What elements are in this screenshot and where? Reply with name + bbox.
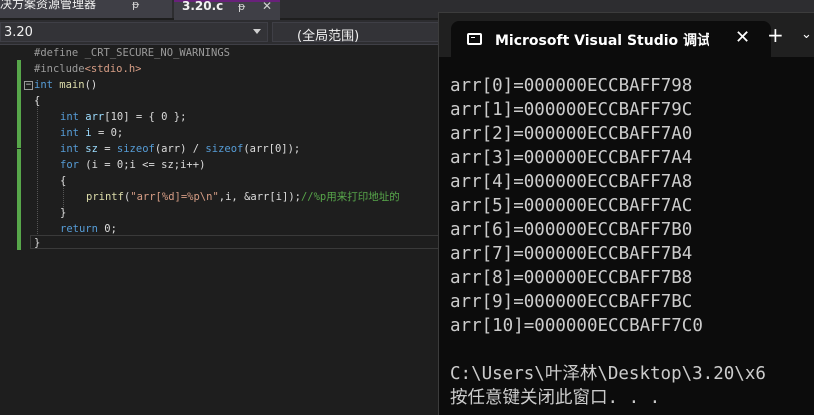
console-output-line: arr[0]=000000ECCBAFF798 <box>450 76 693 96</box>
code-line-4: { <box>34 93 40 109</box>
code-token: for <box>60 159 79 171</box>
code-token: "arr[%d]=%p\n" <box>130 191 219 203</box>
code-token: ,i, &arr[i]); <box>218 191 301 203</box>
code-token: int <box>60 143 79 155</box>
code-token: #include <box>34 63 85 75</box>
code-token: #define _CRT_SECURE_NO_WARNINGS <box>34 47 230 59</box>
code-token: sizeof <box>205 143 244 155</box>
console-output-line: arr[2]=000000ECCBAFF7A0 <box>450 124 693 144</box>
code-line-12: return 0; <box>60 221 117 237</box>
close-tab-icon[interactable]: ✕ <box>262 0 272 13</box>
console-output-line: arr[9]=000000ECCBAFF7BC <box>450 292 693 312</box>
console-output-line: arr[1]=000000ECCBAFF79C <box>450 100 693 120</box>
console-output-line: arr[4]=000000ECCBAFF7A8 <box>450 172 693 192</box>
code-line-13: } <box>34 235 40 251</box>
code-token: int <box>34 79 53 91</box>
code-token: printf <box>86 191 124 203</box>
code-token: return <box>60 223 98 235</box>
console-output-line: arr[10]=000000ECCBAFF7C0 <box>450 316 703 336</box>
code-token: } <box>60 207 67 219</box>
code-token: } <box>34 237 41 249</box>
code-token: (arr[0]); <box>243 143 301 155</box>
code-token: = <box>97 143 117 155</box>
code-token: = 0; <box>91 127 124 139</box>
code-editor[interactable]: − #define _CRT_SECURE_NO_WARNINGS #inclu… <box>0 45 440 415</box>
pin-icon[interactable]: ᵽ <box>238 0 245 14</box>
project-dropdown-value: 3.20 <box>4 25 33 40</box>
tab-file-3-20-c[interactable]: 3.20.c ᵽ ✕ <box>174 0 280 20</box>
code-token: 0; <box>97 223 117 235</box>
code-line-2: #include<stdio.h> <box>34 61 141 77</box>
code-token: main <box>52 79 85 91</box>
chevron-down-icon <box>253 29 261 34</box>
console-output-line: arr[3]=000000ECCBAFF7A4 <box>450 148 693 168</box>
code-token: int <box>60 127 79 139</box>
code-line-9: { <box>60 173 66 189</box>
code-line-3: int main() <box>34 77 97 93</box>
console-press-key-line: 按任意键关闭此窗口. . . <box>450 388 661 408</box>
tab-solution-explorer[interactable]: 决方案资源管理器 ᵽ <box>0 0 172 18</box>
close-icon[interactable]: ✕ <box>735 27 750 48</box>
tab-solution-explorer-label: 决方案资源管理器 <box>0 0 97 11</box>
indent-guide <box>37 96 38 236</box>
console-output-line: arr[8]=000000ECCBAFF7B8 <box>450 268 693 288</box>
code-line-1: #define _CRT_SECURE_NO_WARNINGS <box>34 45 230 61</box>
code-line-8: for (i = 0;i <= sz;i++) <box>60 157 205 173</box>
change-indicator-bar <box>17 60 21 148</box>
code-token: sz <box>78 143 98 155</box>
code-line-10: printf("arr[%d]=%p\n",i, &arr[i]);//%p用来… <box>86 189 400 205</box>
console-output-line: arr[5]=000000ECCBAFF7AC <box>450 196 693 216</box>
code-token: //%p用来打印地址的 <box>300 191 400 203</box>
tab-file-label: 3.20.c <box>182 0 224 13</box>
code-token: i <box>78 127 92 139</box>
console-tab[interactable]: Microsoft Visual Studio 调试控制台 ✕ <box>451 21 771 57</box>
code-token: () <box>84 79 98 91</box>
code-line-5: int arr[10] = { 0 }; <box>60 109 186 125</box>
code-token: arr <box>78 111 105 123</box>
code-token: (arr) / <box>154 143 206 155</box>
code-token: (i = 0;i <= sz;i++) <box>78 159 206 171</box>
code-token: { <box>34 95 41 107</box>
pin-icon[interactable]: ᵽ <box>132 0 139 12</box>
console-output-line: arr[6]=000000ECCBAFF7B0 <box>450 220 693 240</box>
debug-console-window[interactable]: Microsoft Visual Studio 调试控制台 ✕ + ⌄ arr[… <box>438 12 814 415</box>
project-dropdown[interactable]: 3.20 <box>0 22 268 42</box>
scope-dropdown[interactable]: (全局范围) <box>272 22 452 44</box>
code-token: int <box>60 111 79 123</box>
console-output-line: arr[7]=000000ECCBAFF7B4 <box>450 244 693 264</box>
code-line-7: int sz = sizeof(arr) / sizeof(arr[0]); <box>60 141 300 157</box>
code-token: <stdio.h> <box>84 63 142 75</box>
code-line-6: int i = 0; <box>60 125 123 141</box>
scope-dropdown-value: (全局范围) <box>297 29 360 44</box>
chevron-down-icon[interactable]: ⌄ <box>801 27 812 42</box>
collapse-icon[interactable]: − <box>24 81 33 90</box>
terminal-icon <box>467 33 482 45</box>
change-indicator-bar <box>17 149 21 250</box>
current-line-highlight <box>30 235 440 249</box>
new-tab-button[interactable]: + <box>767 25 784 45</box>
code-token: sizeof <box>116 143 155 155</box>
code-token: { <box>60 175 67 187</box>
console-tab-bar: Microsoft Visual Studio 调试控制台 ✕ + ⌄ <box>439 13 814 57</box>
console-path-line: C:\Users\叶泽林\Desktop\3.20\x6 <box>450 364 766 384</box>
code-token: [10] = { 0 }; <box>104 111 187 123</box>
console-tab-title: Microsoft Visual Studio 调试控制台 <box>495 33 709 49</box>
code-line-11: } <box>60 205 66 221</box>
